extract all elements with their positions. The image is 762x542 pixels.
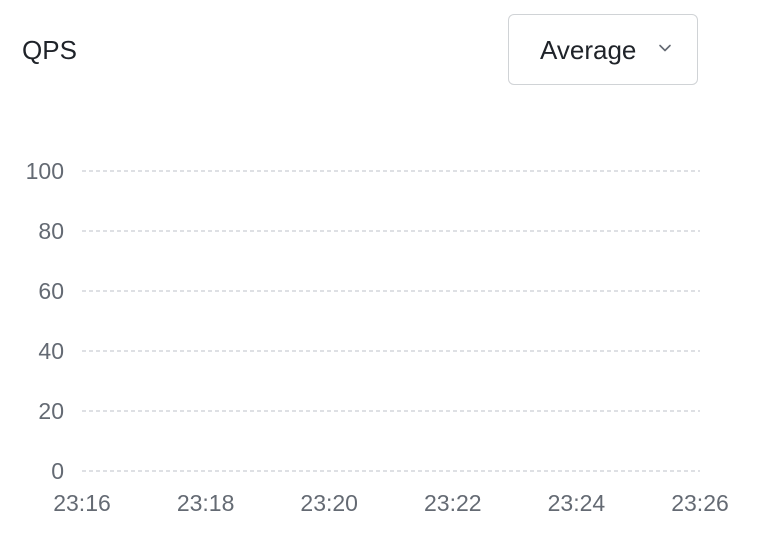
x-axis-ticks: 23:16 23:18 23:20 23:22 23:24 23:26 [53, 490, 729, 516]
x-tick-label: 23:24 [548, 490, 606, 516]
y-tick-label: 0 [51, 458, 64, 484]
qps-panel: QPS Average 0 20 40 60 80 100 23:16 23:18 23:20… [0, 0, 762, 542]
y-tick-label: 60 [38, 278, 64, 304]
qps-chart: 020406080100 23:16 23:18 23:20 23:22 23:24 23… [26, 158, 729, 516]
x-tick-label: 23:22 [424, 490, 482, 516]
x-tick-label: 23:26 [671, 490, 729, 516]
x-tick-label: 23:20 [300, 490, 358, 516]
grid-lines [82, 170, 700, 472]
x-tick-label: 23:18 [177, 490, 235, 516]
y-tick-label: 100 [26, 158, 64, 184]
y-tick-label: 20 [38, 398, 64, 424]
y-tick-label: 40 [38, 338, 64, 364]
y-axis-ticks: 0 20 40 60 80 100 [26, 158, 64, 484]
x-tick-label: 23:16 [53, 490, 111, 516]
y-tick-label: 80 [38, 218, 64, 244]
